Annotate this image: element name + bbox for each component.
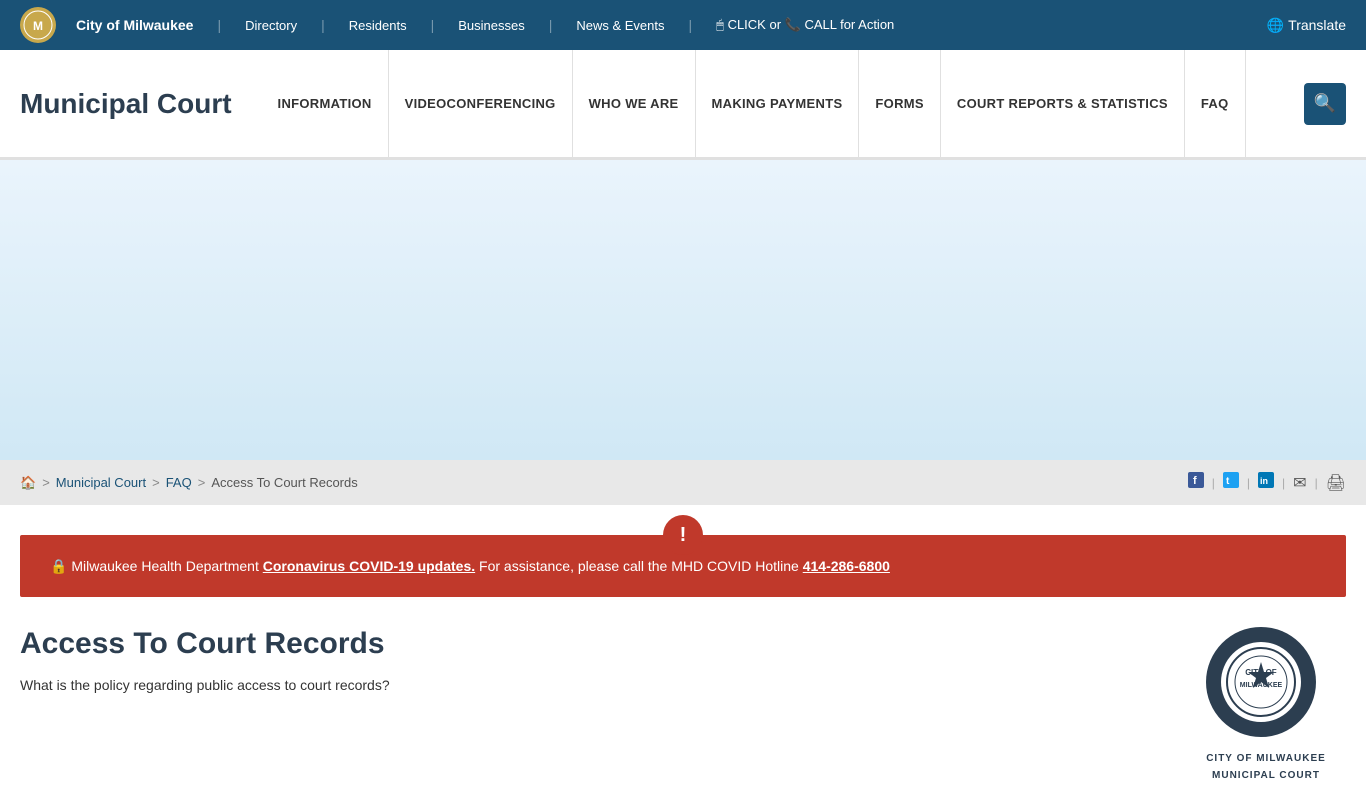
alert-text-after: For assistance, please call the MHD COVI… xyxy=(479,558,803,574)
nav-information[interactable]: INFORMATION xyxy=(262,50,389,157)
businesses-link[interactable]: Businesses xyxy=(458,18,524,33)
city-logo: M xyxy=(20,7,56,43)
main-nav: Municipal Court INFORMATION VIDEOCONFERE… xyxy=(0,50,1366,160)
alert-lock-icon: 🔒 xyxy=(50,558,67,574)
search-icon: 🔍 xyxy=(1314,93,1336,114)
page-subtitle: What is the policy regarding public acce… xyxy=(20,677,1156,693)
nav-videoconferencing[interactable]: VIDEOCONFERENCING xyxy=(389,50,573,157)
translate-label: Translate xyxy=(1288,17,1346,33)
alert-phone-link[interactable]: 414-286-6800 xyxy=(803,558,890,574)
banner-image xyxy=(0,160,1366,460)
phone-icon: 📞 xyxy=(785,17,801,32)
exclamation-icon: ! xyxy=(680,524,687,547)
page-title: Access To Court Records xyxy=(20,627,1156,661)
sep-3: > xyxy=(198,475,206,490)
email-icon[interactable]: ✉ xyxy=(1293,473,1306,493)
news-events-link[interactable]: News & Events xyxy=(576,18,664,33)
twitter-icon[interactable]: t xyxy=(1223,472,1239,493)
directory-link[interactable]: Directory xyxy=(245,18,297,33)
click-call-link[interactable]: 🖱 CLICK or 📞 CALL for Action xyxy=(716,17,894,33)
print-icon[interactable]: 🖨 xyxy=(1326,473,1346,493)
nav-forms[interactable]: FORMS xyxy=(859,50,940,157)
court-seal-name: MUNICIPAL COURT xyxy=(1212,770,1320,781)
nav-links: INFORMATION VIDEOCONFERENCING WHO WE ARE… xyxy=(262,50,1294,157)
content-side: CITY OF MILWAUKEE CITY OF MILWAUKEE MUNI… xyxy=(1186,627,1346,781)
svg-text:MILWAUKEE: MILWAUKEE xyxy=(1240,682,1283,689)
social-icons: f | t | in | ✉ | 🖨 xyxy=(1188,472,1346,493)
top-bar: M City of Milwaukee | Directory | Reside… xyxy=(0,0,1366,50)
site-title: Municipal Court xyxy=(20,88,232,120)
globe-icon: 🌐 xyxy=(1267,17,1284,34)
alert-icon: ! xyxy=(663,515,703,555)
nav-who-we-are[interactable]: WHO WE ARE xyxy=(573,50,696,157)
home-icon: 🏠 xyxy=(20,475,36,490)
residents-link[interactable]: Residents xyxy=(349,18,407,33)
search-button[interactable]: 🔍 xyxy=(1304,83,1346,125)
svg-text:M: M xyxy=(33,19,43,33)
breadcrumb: 🏠 > Municipal Court > FAQ > Access To Co… xyxy=(20,475,358,491)
breadcrumb-bar: 🏠 > Municipal Court > FAQ > Access To Co… xyxy=(0,460,1366,505)
linkedin-icon[interactable]: in xyxy=(1258,472,1274,493)
breadcrumb-municipal-court[interactable]: Municipal Court xyxy=(56,475,146,490)
separator-1: | xyxy=(217,17,221,33)
breadcrumb-faq[interactable]: FAQ xyxy=(166,475,192,490)
alert-covid-link[interactable]: Coronavirus COVID-19 updates. xyxy=(263,558,475,574)
content: Access To Court Records What is the poli… xyxy=(0,597,1366,801)
nav-making-payments[interactable]: MAKING PAYMENTS xyxy=(696,50,860,157)
court-seal-city: CITY OF MILWAUKEE xyxy=(1206,753,1326,764)
translate-button[interactable]: 🌐 Translate xyxy=(1267,17,1346,34)
breadcrumb-current: Access To Court Records xyxy=(211,475,357,490)
nav-court-reports[interactable]: COURT REPORTS & STATISTICS xyxy=(941,50,1185,157)
content-main: Access To Court Records What is the poli… xyxy=(20,627,1156,781)
sep-1: > xyxy=(42,475,50,490)
nav-faq[interactable]: FAQ xyxy=(1185,50,1246,157)
svg-text:in: in xyxy=(1260,476,1268,486)
cursor-icon: 🖱 xyxy=(716,17,724,32)
city-name-link[interactable]: City of Milwaukee xyxy=(76,17,193,33)
breadcrumb-home[interactable]: 🏠 xyxy=(20,475,36,491)
svg-text:f: f xyxy=(1193,475,1197,487)
alert-wrapper: ! 🔒 Milwaukee Health Department Coronavi… xyxy=(20,535,1346,597)
facebook-icon[interactable]: f xyxy=(1188,472,1204,493)
court-seal: CITY OF MILWAUKEE xyxy=(1206,627,1326,747)
alert-text-before: Milwaukee Health Department xyxy=(71,558,262,574)
sep-2: > xyxy=(152,475,160,490)
